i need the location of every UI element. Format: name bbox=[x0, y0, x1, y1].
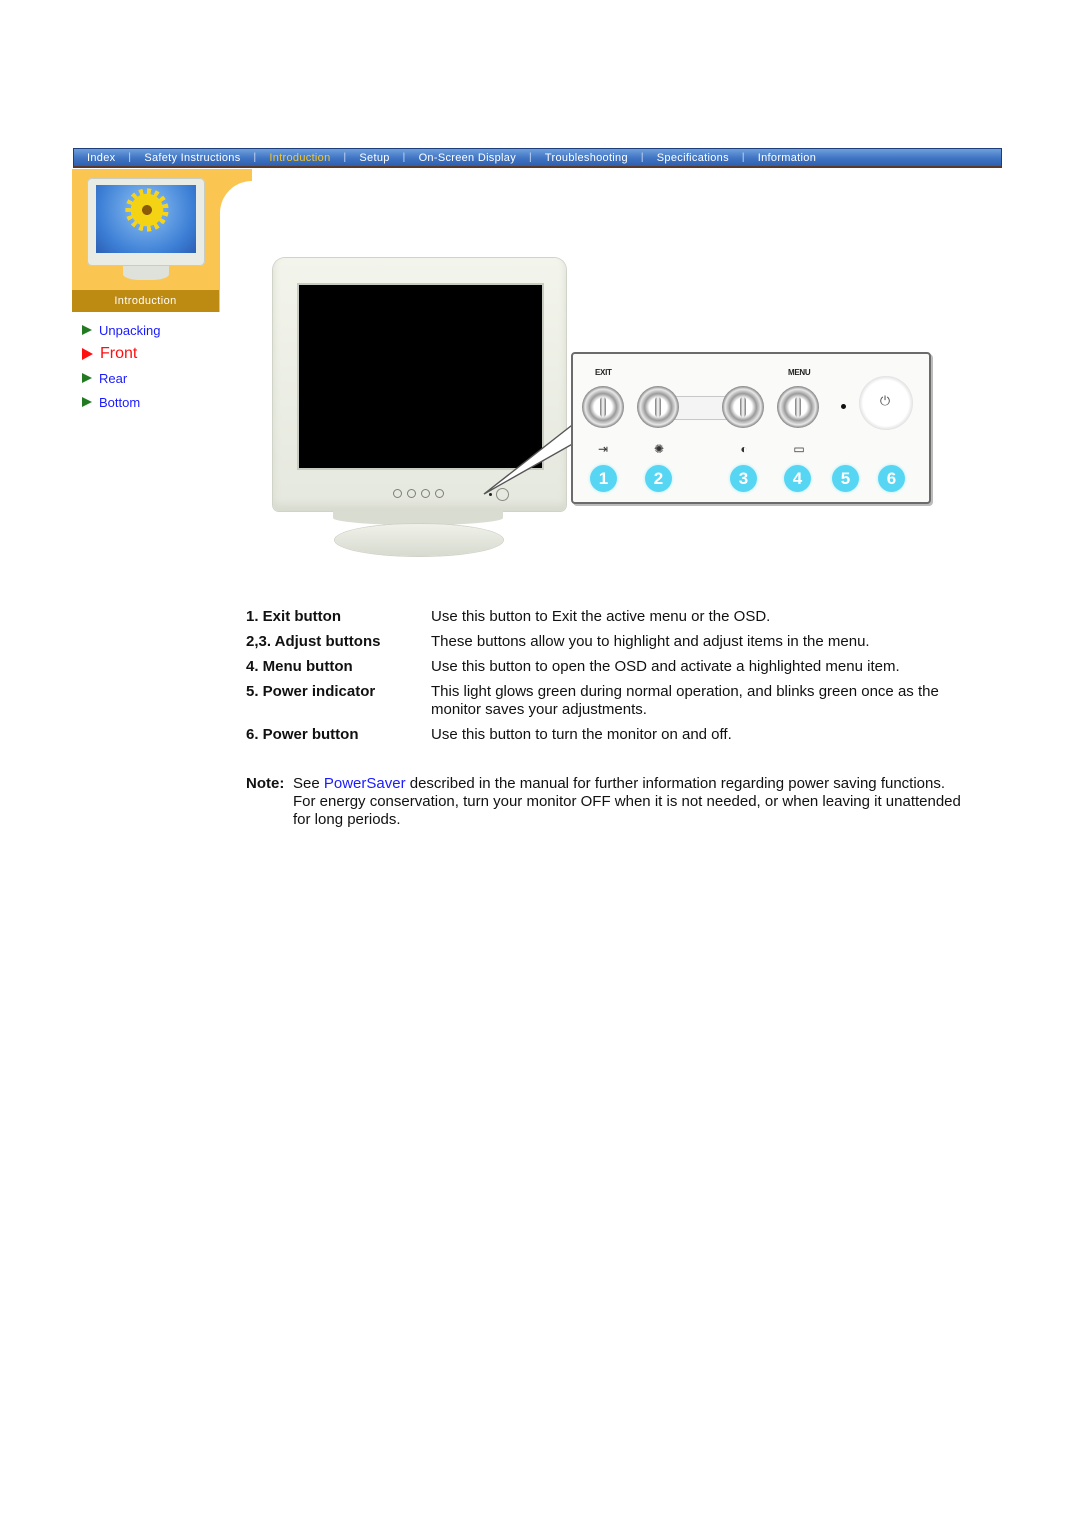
description-term: 1. Exit button bbox=[246, 608, 341, 625]
number-badge-5: 5 bbox=[832, 465, 859, 492]
button-descriptions: 1. Exit button Use this button to Exit t… bbox=[246, 608, 976, 751]
sidebar-item-label: Unpacking bbox=[99, 322, 161, 338]
triangle-bullet-icon bbox=[82, 348, 93, 360]
description-row: 6. Power button Use this button to turn … bbox=[246, 726, 976, 744]
sidebar-item-unpacking[interactable]: Unpacking bbox=[82, 318, 160, 342]
monitor-button bbox=[435, 489, 444, 498]
note-label: Note: bbox=[246, 775, 285, 792]
menu-button[interactable] bbox=[777, 386, 819, 428]
note-prefix: See bbox=[293, 775, 324, 792]
thumbnail-bezel bbox=[87, 178, 205, 266]
description-text: Use this button to open the OSD and acti… bbox=[431, 658, 900, 675]
powersaver-link[interactable]: PowerSaver bbox=[324, 775, 406, 792]
triangle-bullet-icon bbox=[82, 373, 92, 383]
section-title: Introduction bbox=[72, 290, 219, 312]
menu-label: MENU bbox=[788, 368, 811, 377]
sidebar-subnav: Unpacking Front Rear Bottom bbox=[82, 318, 160, 414]
monitor-front-illustration bbox=[273, 258, 569, 558]
nav-item-introduction[interactable]: Introduction bbox=[256, 152, 343, 164]
triangle-bullet-icon bbox=[82, 325, 92, 335]
monitor-button bbox=[407, 489, 416, 498]
description-term: 4. Menu button bbox=[246, 658, 353, 675]
thumbnail-stand bbox=[123, 266, 169, 280]
nav-item-index[interactable]: Index bbox=[74, 152, 128, 164]
description-row: 2,3. Adjust buttons These buttons allow … bbox=[246, 633, 976, 651]
number-badge-6: 6 bbox=[878, 465, 905, 492]
monitor-thumbnail-image bbox=[87, 178, 205, 281]
adjust-right-button[interactable] bbox=[722, 386, 764, 428]
sidebar-item-front[interactable]: Front bbox=[82, 342, 160, 366]
top-nav-bar: Index | Safety Instructions | Introducti… bbox=[73, 148, 1002, 168]
sidebar-item-label: Front bbox=[100, 345, 138, 362]
flower-center bbox=[128, 191, 166, 229]
note-block: Note: See PowerSaver described in the ma… bbox=[246, 775, 966, 829]
description-text: These buttons allow you to highlight and… bbox=[431, 633, 870, 650]
monitor-button bbox=[393, 489, 402, 498]
sidebar-item-bottom[interactable]: Bottom bbox=[82, 390, 160, 414]
menu-icon: ▭ bbox=[793, 442, 805, 456]
description-text: Use this button to Exit the active menu … bbox=[431, 608, 771, 625]
exit-label: EXIT bbox=[595, 368, 612, 377]
nav-item-specifications[interactable]: Specifications bbox=[644, 152, 742, 164]
nav-item-on-screen-display[interactable]: On-Screen Display bbox=[406, 152, 529, 164]
adjust-left-button[interactable] bbox=[637, 386, 679, 428]
description-text: This light glows green during normal ope… bbox=[431, 683, 939, 718]
section-header-curve bbox=[220, 169, 260, 241]
nav-item-troubleshooting[interactable]: Troubleshooting bbox=[532, 152, 641, 164]
sidebar-item-label: Bottom bbox=[99, 394, 141, 410]
description-row: 1. Exit button Use this button to Exit t… bbox=[246, 608, 976, 626]
exit-button[interactable] bbox=[582, 386, 624, 428]
note-body: See PowerSaver described in the manual f… bbox=[293, 775, 966, 829]
triangle-bullet-icon bbox=[82, 397, 92, 407]
control-panel-closeup: EXIT MENU ⏻ ⇥ ✺ ◐ ▭ 1 2 3 4 5 6 bbox=[571, 352, 931, 504]
contrast-icon: ◐ bbox=[740, 442, 748, 456]
nav-item-safety-instructions[interactable]: Safety Instructions bbox=[131, 152, 253, 164]
brightness-icon: ✺ bbox=[653, 442, 665, 456]
number-badge-3: 3 bbox=[730, 465, 757, 492]
monitor-button-row bbox=[393, 489, 444, 498]
section-header-panel: Introduction bbox=[72, 169, 260, 312]
description-term: 2,3. Adjust buttons bbox=[246, 633, 381, 650]
description-term: 5. Power indicator bbox=[246, 683, 376, 700]
sidebar-item-label: Rear bbox=[99, 370, 128, 386]
number-badge-1: 1 bbox=[590, 465, 617, 492]
monitor-button bbox=[421, 489, 430, 498]
number-badge-4: 4 bbox=[784, 465, 811, 492]
nav-item-setup[interactable]: Setup bbox=[346, 152, 402, 164]
power-icon: ⏻ bbox=[879, 393, 891, 408]
description-term: 6. Power button bbox=[246, 726, 359, 743]
power-button[interactable]: ⏻ bbox=[859, 376, 913, 430]
nav-item-information[interactable]: Information bbox=[745, 152, 829, 164]
thumbnail-screen bbox=[96, 185, 196, 253]
exit-icon: ⇥ bbox=[597, 442, 609, 456]
number-badge-2: 2 bbox=[645, 465, 672, 492]
description-row: 5. Power indicator This light glows gree… bbox=[246, 683, 976, 719]
sidebar-item-rear[interactable]: Rear bbox=[82, 366, 160, 390]
monitor-neck bbox=[333, 511, 503, 525]
description-text: Use this button to turn the monitor on a… bbox=[431, 726, 732, 743]
power-indicator-led bbox=[841, 404, 846, 409]
monitor-base bbox=[335, 524, 503, 556]
description-row: 4. Menu button Use this button to open t… bbox=[246, 658, 976, 676]
